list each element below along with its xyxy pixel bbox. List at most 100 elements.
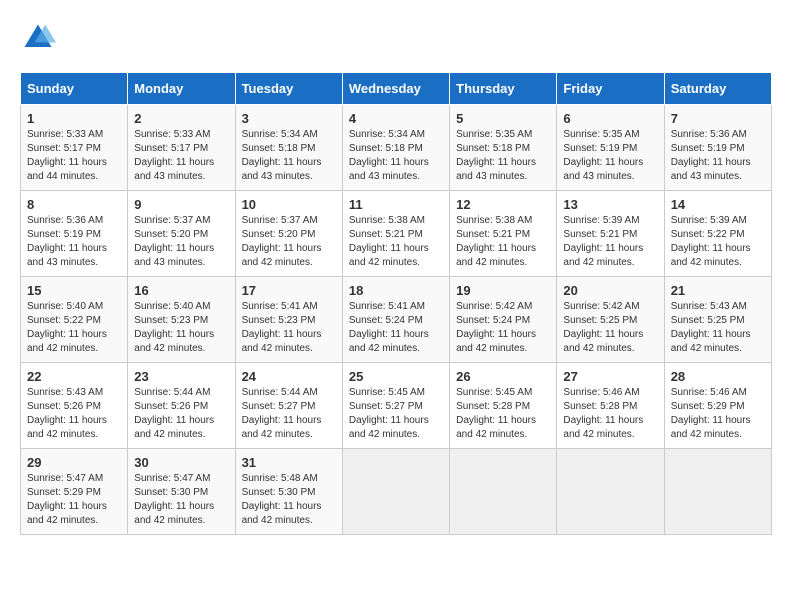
day-info: Sunrise: 5:36 AM Sunset: 5:19 PM Dayligh… <box>671 128 765 184</box>
day-info: Sunrise: 5:44 AM Sunset: 5:27 PM Dayligh… <box>242 386 336 442</box>
calendar-cell <box>664 449 771 535</box>
calendar-cell: 21 Sunrise: 5:43 AM Sunset: 5:25 PM Dayl… <box>664 277 771 363</box>
day-number: 19 <box>456 283 550 298</box>
calendar-cell: 5 Sunrise: 5:35 AM Sunset: 5:18 PM Dayli… <box>450 105 557 191</box>
calendar-cell: 26 Sunrise: 5:45 AM Sunset: 5:28 PM Dayl… <box>450 363 557 449</box>
day-number: 17 <box>242 283 336 298</box>
calendar-cell: 7 Sunrise: 5:36 AM Sunset: 5:19 PM Dayli… <box>664 105 771 191</box>
day-info: Sunrise: 5:34 AM Sunset: 5:18 PM Dayligh… <box>242 128 336 184</box>
header-friday: Friday <box>557 73 664 105</box>
calendar-cell: 31 Sunrise: 5:48 AM Sunset: 5:30 PM Dayl… <box>235 449 342 535</box>
calendar-cell: 19 Sunrise: 5:42 AM Sunset: 5:24 PM Dayl… <box>450 277 557 363</box>
day-info: Sunrise: 5:36 AM Sunset: 5:19 PM Dayligh… <box>27 214 121 270</box>
day-info: Sunrise: 5:33 AM Sunset: 5:17 PM Dayligh… <box>134 128 228 184</box>
day-info: Sunrise: 5:42 AM Sunset: 5:25 PM Dayligh… <box>563 300 657 356</box>
calendar-cell: 13 Sunrise: 5:39 AM Sunset: 5:21 PM Dayl… <box>557 191 664 277</box>
logo-icon <box>20 20 56 56</box>
day-info: Sunrise: 5:45 AM Sunset: 5:27 PM Dayligh… <box>349 386 443 442</box>
day-number: 14 <box>671 197 765 212</box>
day-number: 10 <box>242 197 336 212</box>
calendar-cell: 14 Sunrise: 5:39 AM Sunset: 5:22 PM Dayl… <box>664 191 771 277</box>
day-info: Sunrise: 5:43 AM Sunset: 5:26 PM Dayligh… <box>27 386 121 442</box>
calendar-cell: 4 Sunrise: 5:34 AM Sunset: 5:18 PM Dayli… <box>342 105 449 191</box>
calendar-cell: 20 Sunrise: 5:42 AM Sunset: 5:25 PM Dayl… <box>557 277 664 363</box>
header-thursday: Thursday <box>450 73 557 105</box>
day-info: Sunrise: 5:47 AM Sunset: 5:29 PM Dayligh… <box>27 472 121 528</box>
logo[interactable] <box>20 20 62 56</box>
day-number: 15 <box>27 283 121 298</box>
calendar-cell <box>557 449 664 535</box>
day-info: Sunrise: 5:35 AM Sunset: 5:19 PM Dayligh… <box>563 128 657 184</box>
calendar-week-2: 8 Sunrise: 5:36 AM Sunset: 5:19 PM Dayli… <box>21 191 772 277</box>
day-info: Sunrise: 5:47 AM Sunset: 5:30 PM Dayligh… <box>134 472 228 528</box>
calendar-cell: 2 Sunrise: 5:33 AM Sunset: 5:17 PM Dayli… <box>128 105 235 191</box>
day-number: 11 <box>349 197 443 212</box>
calendar-cell: 23 Sunrise: 5:44 AM Sunset: 5:26 PM Dayl… <box>128 363 235 449</box>
calendar-cell <box>342 449 449 535</box>
header-tuesday: Tuesday <box>235 73 342 105</box>
calendar-cell: 11 Sunrise: 5:38 AM Sunset: 5:21 PM Dayl… <box>342 191 449 277</box>
calendar-week-5: 29 Sunrise: 5:47 AM Sunset: 5:29 PM Dayl… <box>21 449 772 535</box>
day-number: 29 <box>27 455 121 470</box>
day-number: 24 <box>242 369 336 384</box>
day-number: 8 <box>27 197 121 212</box>
calendar-cell: 24 Sunrise: 5:44 AM Sunset: 5:27 PM Dayl… <box>235 363 342 449</box>
day-number: 21 <box>671 283 765 298</box>
day-number: 30 <box>134 455 228 470</box>
day-number: 4 <box>349 111 443 126</box>
calendar-cell: 28 Sunrise: 5:46 AM Sunset: 5:29 PM Dayl… <box>664 363 771 449</box>
header-saturday: Saturday <box>664 73 771 105</box>
calendar-week-4: 22 Sunrise: 5:43 AM Sunset: 5:26 PM Dayl… <box>21 363 772 449</box>
day-number: 13 <box>563 197 657 212</box>
day-number: 23 <box>134 369 228 384</box>
day-info: Sunrise: 5:45 AM Sunset: 5:28 PM Dayligh… <box>456 386 550 442</box>
calendar-cell: 22 Sunrise: 5:43 AM Sunset: 5:26 PM Dayl… <box>21 363 128 449</box>
day-number: 5 <box>456 111 550 126</box>
day-info: Sunrise: 5:39 AM Sunset: 5:21 PM Dayligh… <box>563 214 657 270</box>
page-header <box>20 20 772 56</box>
day-info: Sunrise: 5:40 AM Sunset: 5:22 PM Dayligh… <box>27 300 121 356</box>
calendar-table: SundayMondayTuesdayWednesdayThursdayFrid… <box>20 72 772 535</box>
calendar-cell: 15 Sunrise: 5:40 AM Sunset: 5:22 PM Dayl… <box>21 277 128 363</box>
day-info: Sunrise: 5:37 AM Sunset: 5:20 PM Dayligh… <box>242 214 336 270</box>
day-info: Sunrise: 5:38 AM Sunset: 5:21 PM Dayligh… <box>349 214 443 270</box>
day-number: 12 <box>456 197 550 212</box>
day-number: 25 <box>349 369 443 384</box>
day-number: 28 <box>671 369 765 384</box>
calendar-cell: 27 Sunrise: 5:46 AM Sunset: 5:28 PM Dayl… <box>557 363 664 449</box>
day-info: Sunrise: 5:33 AM Sunset: 5:17 PM Dayligh… <box>27 128 121 184</box>
calendar-cell: 1 Sunrise: 5:33 AM Sunset: 5:17 PM Dayli… <box>21 105 128 191</box>
day-number: 9 <box>134 197 228 212</box>
calendar-cell: 18 Sunrise: 5:41 AM Sunset: 5:24 PM Dayl… <box>342 277 449 363</box>
day-info: Sunrise: 5:48 AM Sunset: 5:30 PM Dayligh… <box>242 472 336 528</box>
calendar-cell: 12 Sunrise: 5:38 AM Sunset: 5:21 PM Dayl… <box>450 191 557 277</box>
calendar-cell: 8 Sunrise: 5:36 AM Sunset: 5:19 PM Dayli… <box>21 191 128 277</box>
day-info: Sunrise: 5:41 AM Sunset: 5:23 PM Dayligh… <box>242 300 336 356</box>
calendar-cell: 3 Sunrise: 5:34 AM Sunset: 5:18 PM Dayli… <box>235 105 342 191</box>
header-wednesday: Wednesday <box>342 73 449 105</box>
day-number: 16 <box>134 283 228 298</box>
calendar-cell: 29 Sunrise: 5:47 AM Sunset: 5:29 PM Dayl… <box>21 449 128 535</box>
day-info: Sunrise: 5:42 AM Sunset: 5:24 PM Dayligh… <box>456 300 550 356</box>
calendar-cell: 6 Sunrise: 5:35 AM Sunset: 5:19 PM Dayli… <box>557 105 664 191</box>
day-number: 20 <box>563 283 657 298</box>
day-info: Sunrise: 5:41 AM Sunset: 5:24 PM Dayligh… <box>349 300 443 356</box>
header-sunday: Sunday <box>21 73 128 105</box>
day-info: Sunrise: 5:46 AM Sunset: 5:28 PM Dayligh… <box>563 386 657 442</box>
day-number: 1 <box>27 111 121 126</box>
calendar-week-1: 1 Sunrise: 5:33 AM Sunset: 5:17 PM Dayli… <box>21 105 772 191</box>
day-info: Sunrise: 5:43 AM Sunset: 5:25 PM Dayligh… <box>671 300 765 356</box>
day-info: Sunrise: 5:39 AM Sunset: 5:22 PM Dayligh… <box>671 214 765 270</box>
day-info: Sunrise: 5:46 AM Sunset: 5:29 PM Dayligh… <box>671 386 765 442</box>
day-number: 22 <box>27 369 121 384</box>
day-number: 3 <box>242 111 336 126</box>
calendar-cell: 30 Sunrise: 5:47 AM Sunset: 5:30 PM Dayl… <box>128 449 235 535</box>
calendar-cell: 16 Sunrise: 5:40 AM Sunset: 5:23 PM Dayl… <box>128 277 235 363</box>
calendar-cell: 9 Sunrise: 5:37 AM Sunset: 5:20 PM Dayli… <box>128 191 235 277</box>
calendar-cell: 25 Sunrise: 5:45 AM Sunset: 5:27 PM Dayl… <box>342 363 449 449</box>
day-info: Sunrise: 5:44 AM Sunset: 5:26 PM Dayligh… <box>134 386 228 442</box>
day-info: Sunrise: 5:35 AM Sunset: 5:18 PM Dayligh… <box>456 128 550 184</box>
day-number: 7 <box>671 111 765 126</box>
day-info: Sunrise: 5:40 AM Sunset: 5:23 PM Dayligh… <box>134 300 228 356</box>
day-number: 6 <box>563 111 657 126</box>
